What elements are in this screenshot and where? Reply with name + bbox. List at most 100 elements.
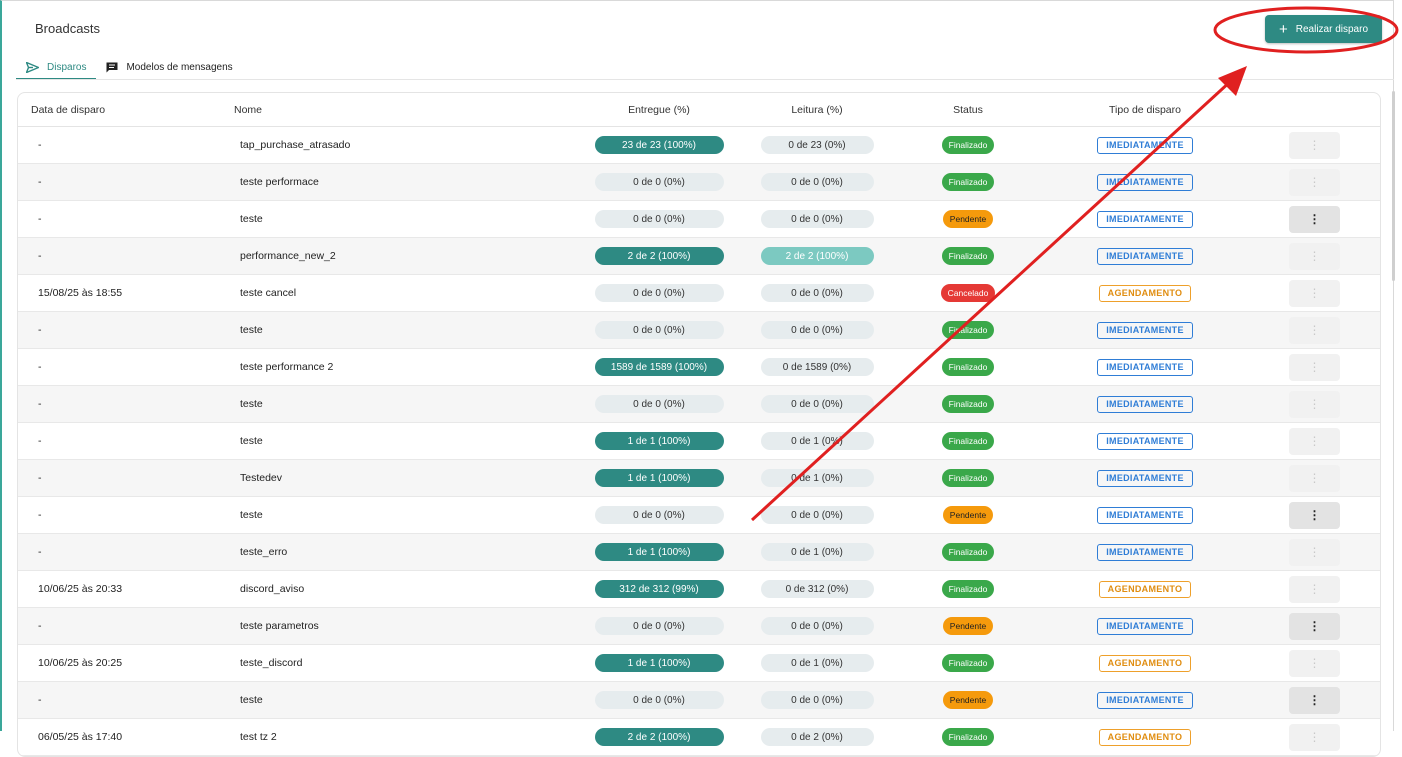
leitura-pill: 0 de 0 (0%) <box>760 395 874 413</box>
table-row[interactable]: - teste 0 de 0 (0%) 0 de 0 (0%) Pendente IMED… <box>18 682 1380 719</box>
tipo-badge: IMEDIATAMENTE <box>1097 543 1193 561</box>
cell-leitura: 0 de 0 (0%) <box>760 682 874 718</box>
tab-disparos-label: Disparos <box>47 61 87 73</box>
entregue-pill: 1589 de 1589 (100%) <box>594 358 724 376</box>
table-row[interactable]: 10/06/25 às 20:33 discord_aviso 312 de 312… <box>18 571 1380 608</box>
leitura-pill: 0 de 0 (0%) <box>760 321 874 339</box>
realizar-disparo-button[interactable]: + Realizar disparo <box>1265 15 1382 43</box>
cell-name: test tz 2 <box>240 731 277 743</box>
tipo-badge: IMEDIATAMENTE <box>1097 395 1193 413</box>
table-row[interactable]: - tap_purchase_atrasado 23 de 23 (100%) 0 d… <box>18 127 1380 164</box>
table-body: - tap_purchase_atrasado 23 de 23 (100%) 0 d… <box>18 127 1380 756</box>
leitura-pill: 0 de 1 (0%) <box>760 432 874 450</box>
row-actions-button[interactable]: ⋮ <box>1289 501 1340 529</box>
row-actions-button[interactable]: ⋮ <box>1289 131 1340 159</box>
tab-disparos[interactable]: Disparos <box>16 56 97 80</box>
cell-tipo: IMEDIATAMENTE <box>1095 682 1195 718</box>
table-row[interactable]: 15/08/25 às 18:55 teste cancel 0 de 0 (0%)… <box>18 275 1380 312</box>
table-row[interactable]: - teste 0 de 0 (0%) 0 de 0 (0%) Pendente IMED… <box>18 201 1380 238</box>
tipo-badge: AGENDAMENTO <box>1098 284 1192 302</box>
row-actions-button[interactable]: ⋮ <box>1289 427 1340 455</box>
cell-status: Pendente <box>923 682 1013 718</box>
header-name: Nome <box>234 103 263 116</box>
cell-leitura: 0 de 0 (0%) <box>760 386 874 422</box>
cell-date: - <box>38 398 42 410</box>
cell-actions: ⋮ <box>1289 460 1340 496</box>
cell-tipo: AGENDAMENTO <box>1095 571 1195 607</box>
tipo-badge: IMEDIATAMENTE <box>1097 210 1193 228</box>
tab-modelos-label: Modelos de mensagens <box>126 61 233 73</box>
row-actions-button[interactable]: ⋮ <box>1289 316 1340 344</box>
entregue-pill: 0 de 0 (0%) <box>594 617 724 635</box>
more-vertical-icon: ⋮ <box>1308 471 1321 485</box>
more-vertical-icon: ⋮ <box>1308 397 1321 411</box>
row-actions-button[interactable]: ⋮ <box>1289 649 1340 677</box>
row-actions-button[interactable]: ⋮ <box>1289 686 1340 714</box>
row-actions-button[interactable]: ⋮ <box>1289 242 1340 270</box>
table-row[interactable]: - teste performance 2 1589 de 1589 (100%) 0… <box>18 349 1380 386</box>
header-date: Data de disparo <box>31 103 106 116</box>
row-actions-button[interactable]: ⋮ <box>1289 205 1340 233</box>
cell-name: Testedev <box>240 472 283 484</box>
scrollbar[interactable] <box>1392 91 1395 281</box>
table-row[interactable]: - performance_new_2 2 de 2 (100%) 2 de 2 (1… <box>18 238 1380 275</box>
cell-leitura: 0 de 0 (0%) <box>760 497 874 533</box>
cell-status: Finalizado <box>923 386 1013 422</box>
more-vertical-icon: ⋮ <box>1308 545 1321 559</box>
cell-status: Finalizado <box>923 719 1013 755</box>
table-row[interactable]: - teste 0 de 0 (0%) 0 de 0 (0%) Finalizado IM… <box>18 386 1380 423</box>
entregue-pill: 23 de 23 (100%) <box>594 136 724 154</box>
cell-actions: ⋮ <box>1289 349 1340 385</box>
row-actions-button[interactable]: ⋮ <box>1289 279 1340 307</box>
row-actions-button[interactable]: ⋮ <box>1289 575 1340 603</box>
cell-name: teste <box>240 213 263 225</box>
table-row[interactable]: 06/05/25 às 17:40 test tz 2 2 de 2 (100%) 0… <box>18 719 1380 756</box>
cell-actions: ⋮ <box>1289 571 1340 607</box>
cell-status: Finalizado <box>923 645 1013 681</box>
leitura-pill: 0 de 23 (0%) <box>760 136 874 154</box>
cell-tipo: AGENDAMENTO <box>1095 719 1195 755</box>
plus-icon: + <box>1278 20 1288 38</box>
status-badge: Finalizado <box>941 173 995 191</box>
cell-entregue: 0 de 0 (0%) <box>594 682 724 718</box>
table-row[interactable]: - teste 0 de 0 (0%) 0 de 0 (0%) Pendente IMED… <box>18 497 1380 534</box>
cell-tipo: IMEDIATAMENTE <box>1095 608 1195 644</box>
message-icon <box>106 62 118 73</box>
cell-tipo: IMEDIATAMENTE <box>1095 497 1195 533</box>
cell-status: Finalizado <box>923 312 1013 348</box>
row-actions-button[interactable]: ⋮ <box>1289 464 1340 492</box>
more-vertical-icon: ⋮ <box>1308 730 1321 744</box>
cell-date: - <box>38 620 42 632</box>
table-row[interactable]: - teste parametros 0 de 0 (0%) 0 de 0 (0%) P… <box>18 608 1380 645</box>
table-row[interactable]: - teste performace 0 de 0 (0%) 0 de 0 (0%) F… <box>18 164 1380 201</box>
status-badge: Finalizado <box>941 321 995 339</box>
tipo-badge: IMEDIATAMENTE <box>1097 506 1193 524</box>
cell-name: teste <box>240 509 263 521</box>
cell-entregue: 1 de 1 (100%) <box>594 534 724 570</box>
more-vertical-icon: ⋮ <box>1308 508 1321 522</box>
row-actions-button[interactable]: ⋮ <box>1289 612 1340 640</box>
cell-status: Finalizado <box>923 423 1013 459</box>
tab-modelos-de-mensagens[interactable]: Modelos de mensagens <box>96 56 242 78</box>
more-vertical-icon: ⋮ <box>1308 286 1321 300</box>
table-row[interactable]: - teste_erro 1 de 1 (100%) 0 de 1 (0%) Final… <box>18 534 1380 571</box>
table-row[interactable]: - teste 0 de 0 (0%) 0 de 0 (0%) Finalizado IM… <box>18 312 1380 349</box>
row-actions-button[interactable]: ⋮ <box>1289 390 1340 418</box>
more-vertical-icon: ⋮ <box>1308 693 1321 707</box>
cell-entregue: 0 de 0 (0%) <box>594 497 724 533</box>
tipo-badge: IMEDIATAMENTE <box>1097 469 1193 487</box>
cell-leitura: 0 de 1 (0%) <box>760 423 874 459</box>
row-actions-button[interactable]: ⋮ <box>1289 353 1340 381</box>
table-row[interactable]: 10/06/25 às 20:25 teste_discord 1 de 1 (10… <box>18 645 1380 682</box>
table-row[interactable]: - Testedev 1 de 1 (100%) 0 de 1 (0%) Finaliz… <box>18 460 1380 497</box>
cell-name: teste performace <box>240 176 319 188</box>
status-badge: Finalizado <box>941 358 995 376</box>
cell-date: 06/05/25 às 17:40 <box>38 731 123 743</box>
row-actions-button[interactable]: ⋮ <box>1289 538 1340 566</box>
row-actions-button[interactable]: ⋮ <box>1289 168 1340 196</box>
cell-status: Finalizado <box>923 571 1013 607</box>
cell-entregue: 1589 de 1589 (100%) <box>594 349 724 385</box>
table-row[interactable]: - teste 1 de 1 (100%) 0 de 1 (0%) Finalizado… <box>18 423 1380 460</box>
row-actions-button[interactable]: ⋮ <box>1289 723 1340 751</box>
cell-status: Cancelado <box>923 275 1013 311</box>
